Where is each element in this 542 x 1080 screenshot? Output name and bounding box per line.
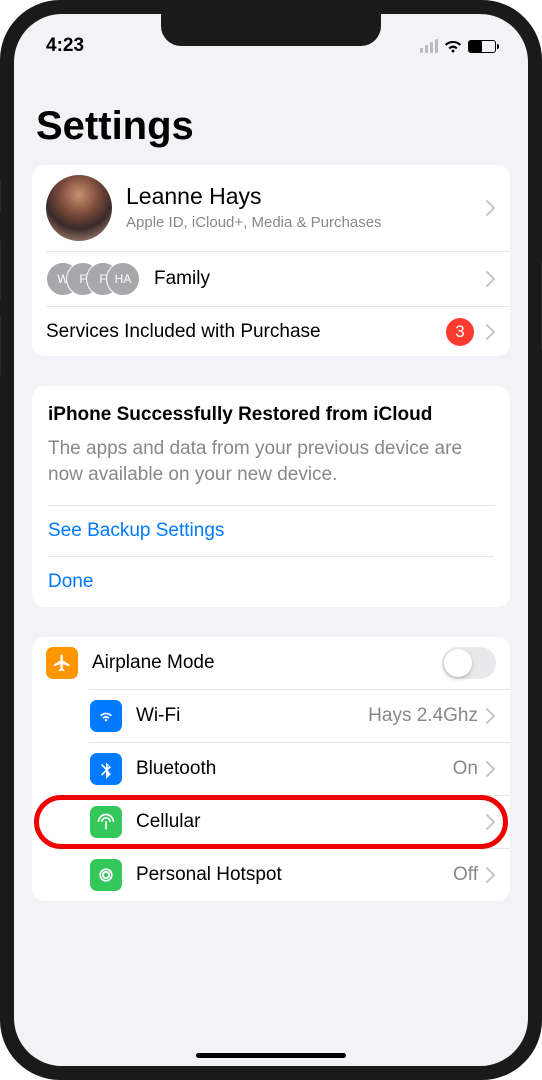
bluetooth-icon (90, 753, 122, 785)
connectivity-card: Airplane Mode Wi-Fi Hays 2.4Ghz Bluetoot (32, 637, 510, 901)
profile-card: Leanne Hays Apple ID, iCloud+, Media & P… (32, 165, 510, 356)
silent-switch (0, 180, 1, 212)
wifi-settings-icon (90, 700, 122, 732)
family-label: Family (154, 268, 486, 290)
volume-up-button (0, 240, 1, 300)
cellular-row[interactable]: Cellular (90, 795, 510, 848)
wifi-label: Wi-Fi (136, 705, 368, 727)
chevron-right-icon (486, 867, 496, 883)
avatar (46, 175, 112, 241)
notch (161, 14, 381, 46)
hotspot-value: Off (453, 864, 478, 886)
wifi-icon (443, 39, 463, 54)
airplane-label: Airplane Mode (92, 652, 442, 674)
battery-icon (468, 40, 496, 53)
wifi-value: Hays 2.4Ghz (368, 705, 478, 727)
done-link[interactable]: Done (48, 556, 494, 607)
family-avatar: HA (106, 262, 140, 296)
chevron-right-icon (486, 708, 496, 724)
services-label: Services Included with Purchase (46, 321, 446, 343)
restore-title: iPhone Successfully Restored from iCloud (48, 404, 494, 426)
status-icons (420, 39, 496, 54)
home-indicator[interactable] (196, 1053, 346, 1058)
see-backup-settings-link[interactable]: See Backup Settings (48, 505, 494, 556)
family-avatars: W F F HA (46, 262, 140, 296)
cellular-signal-icon (420, 39, 438, 53)
chevron-right-icon (486, 814, 496, 830)
hotspot-row[interactable]: Personal Hotspot Off (90, 848, 510, 901)
page-title: Settings (36, 104, 510, 149)
screen: 4:23 Settings Leanne Hays Apple ID, iClo… (14, 14, 528, 1066)
restore-card: iPhone Successfully Restored from iCloud… (32, 386, 510, 607)
airplane-mode-row[interactable]: Airplane Mode (32, 637, 510, 689)
airplane-icon (46, 647, 78, 679)
status-time: 4:23 (46, 35, 84, 57)
family-row[interactable]: W F F HA Family (46, 251, 510, 306)
chevron-right-icon (486, 271, 496, 287)
content-area: Settings Leanne Hays Apple ID, iCloud+, … (14, 104, 528, 901)
apple-id-row[interactable]: Leanne Hays Apple ID, iCloud+, Media & P… (32, 165, 510, 251)
profile-subtitle: Apple ID, iCloud+, Media & Purchases (126, 213, 486, 233)
airplane-toggle[interactable] (442, 647, 496, 679)
profile-text: Leanne Hays Apple ID, iCloud+, Media & P… (126, 183, 486, 233)
profile-name: Leanne Hays (126, 183, 486, 210)
cellular-icon (90, 806, 122, 838)
volume-down-button (0, 316, 1, 376)
bluetooth-row[interactable]: Bluetooth On (90, 742, 510, 795)
wifi-row[interactable]: Wi-Fi Hays 2.4Ghz (90, 689, 510, 742)
chevron-right-icon (486, 200, 496, 216)
services-row[interactable]: Services Included with Purchase 3 (46, 306, 510, 356)
bluetooth-label: Bluetooth (136, 758, 453, 780)
restore-description: The apps and data from your previous dev… (48, 436, 494, 487)
chevron-right-icon (486, 324, 496, 340)
hotspot-label: Personal Hotspot (136, 864, 453, 886)
services-badge: 3 (446, 318, 474, 346)
chevron-right-icon (486, 761, 496, 777)
bluetooth-value: On (453, 758, 478, 780)
cellular-label: Cellular (136, 811, 486, 833)
hotspot-icon (90, 859, 122, 891)
phone-frame: 4:23 Settings Leanne Hays Apple ID, iClo… (0, 0, 542, 1080)
